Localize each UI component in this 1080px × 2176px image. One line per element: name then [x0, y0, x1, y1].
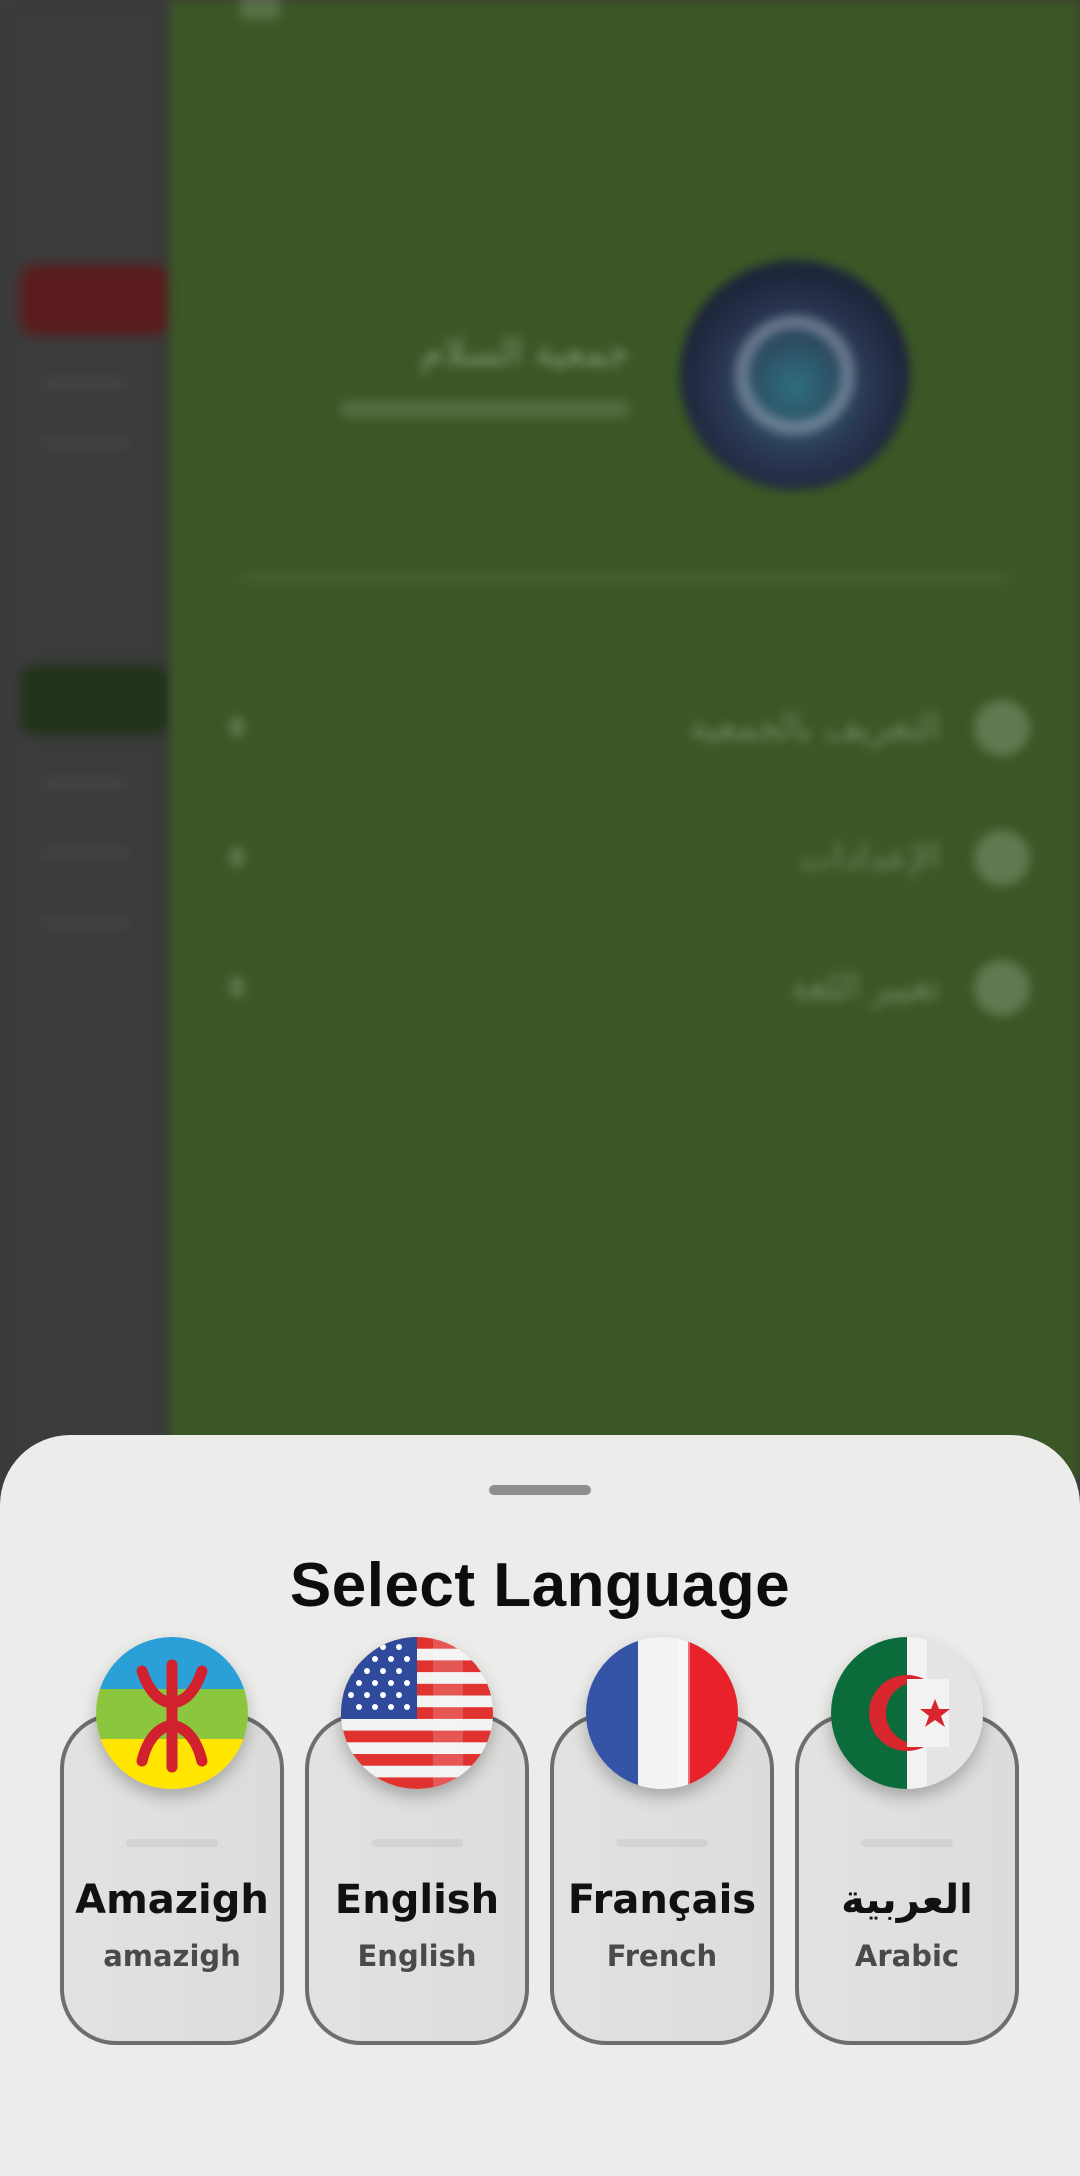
- profile-subtitle: [340, 400, 630, 418]
- language-subtitle: English: [357, 1939, 477, 1973]
- card-divider: [616, 1839, 708, 1847]
- us-flag-icon[interactable]: [341, 1637, 493, 1789]
- chevron-left-icon: [230, 847, 244, 867]
- settings-icon: [974, 830, 1030, 886]
- card-divider: [371, 1839, 463, 1847]
- drawer-item-label: الإعدادات: [799, 837, 940, 878]
- background-app: جمعية السلام التعريف بالجمعية الإعدادات …: [0, 0, 1080, 1480]
- language-icon: [974, 960, 1030, 1016]
- navigation-drawer: جمعية السلام التعريف بالجمعية الإعدادات …: [170, 0, 1080, 1480]
- drawer-item-label: التعريف بالجمعية: [688, 707, 940, 748]
- card-divider: [126, 1839, 218, 1847]
- language-bottom-sheet: Select Language Amazigh amazigh English …: [0, 1435, 1080, 2176]
- language-name: العربية: [841, 1877, 973, 1923]
- amazigh-flag-icon[interactable]: [96, 1637, 248, 1789]
- language-subtitle: amazigh: [103, 1939, 241, 1973]
- info-icon: [974, 700, 1030, 756]
- sheet-title: Select Language: [289, 1551, 791, 1620]
- card-divider: [861, 1839, 953, 1847]
- drawer-item-language: تغيير اللغة: [170, 955, 1080, 1025]
- avatar-logo-icon: [735, 315, 855, 435]
- profile-name: جمعية السلام: [420, 330, 630, 374]
- drawer-item-settings: الإعدادات: [170, 825, 1080, 895]
- drawer-divider: [240, 575, 1010, 581]
- drawer-item-about: التعريف بالجمعية: [170, 695, 1080, 765]
- sheet-drag-handle[interactable]: [489, 1485, 591, 1495]
- language-name: Amazigh: [75, 1877, 269, 1923]
- language-name: Français: [567, 1877, 757, 1923]
- chevron-left-icon: [230, 717, 244, 737]
- background-content-strip: [0, 0, 170, 1480]
- drawer-top-icon: [240, 0, 280, 20]
- france-flag-icon[interactable]: [586, 1637, 738, 1789]
- algeria-flag-icon[interactable]: [831, 1637, 983, 1789]
- drawer-item-label: تغيير اللغة: [790, 967, 940, 1008]
- language-subtitle: Arabic: [854, 1939, 960, 1973]
- language-name: English: [334, 1877, 500, 1923]
- chevron-left-icon: [230, 977, 244, 997]
- language-subtitle: French: [606, 1939, 718, 1973]
